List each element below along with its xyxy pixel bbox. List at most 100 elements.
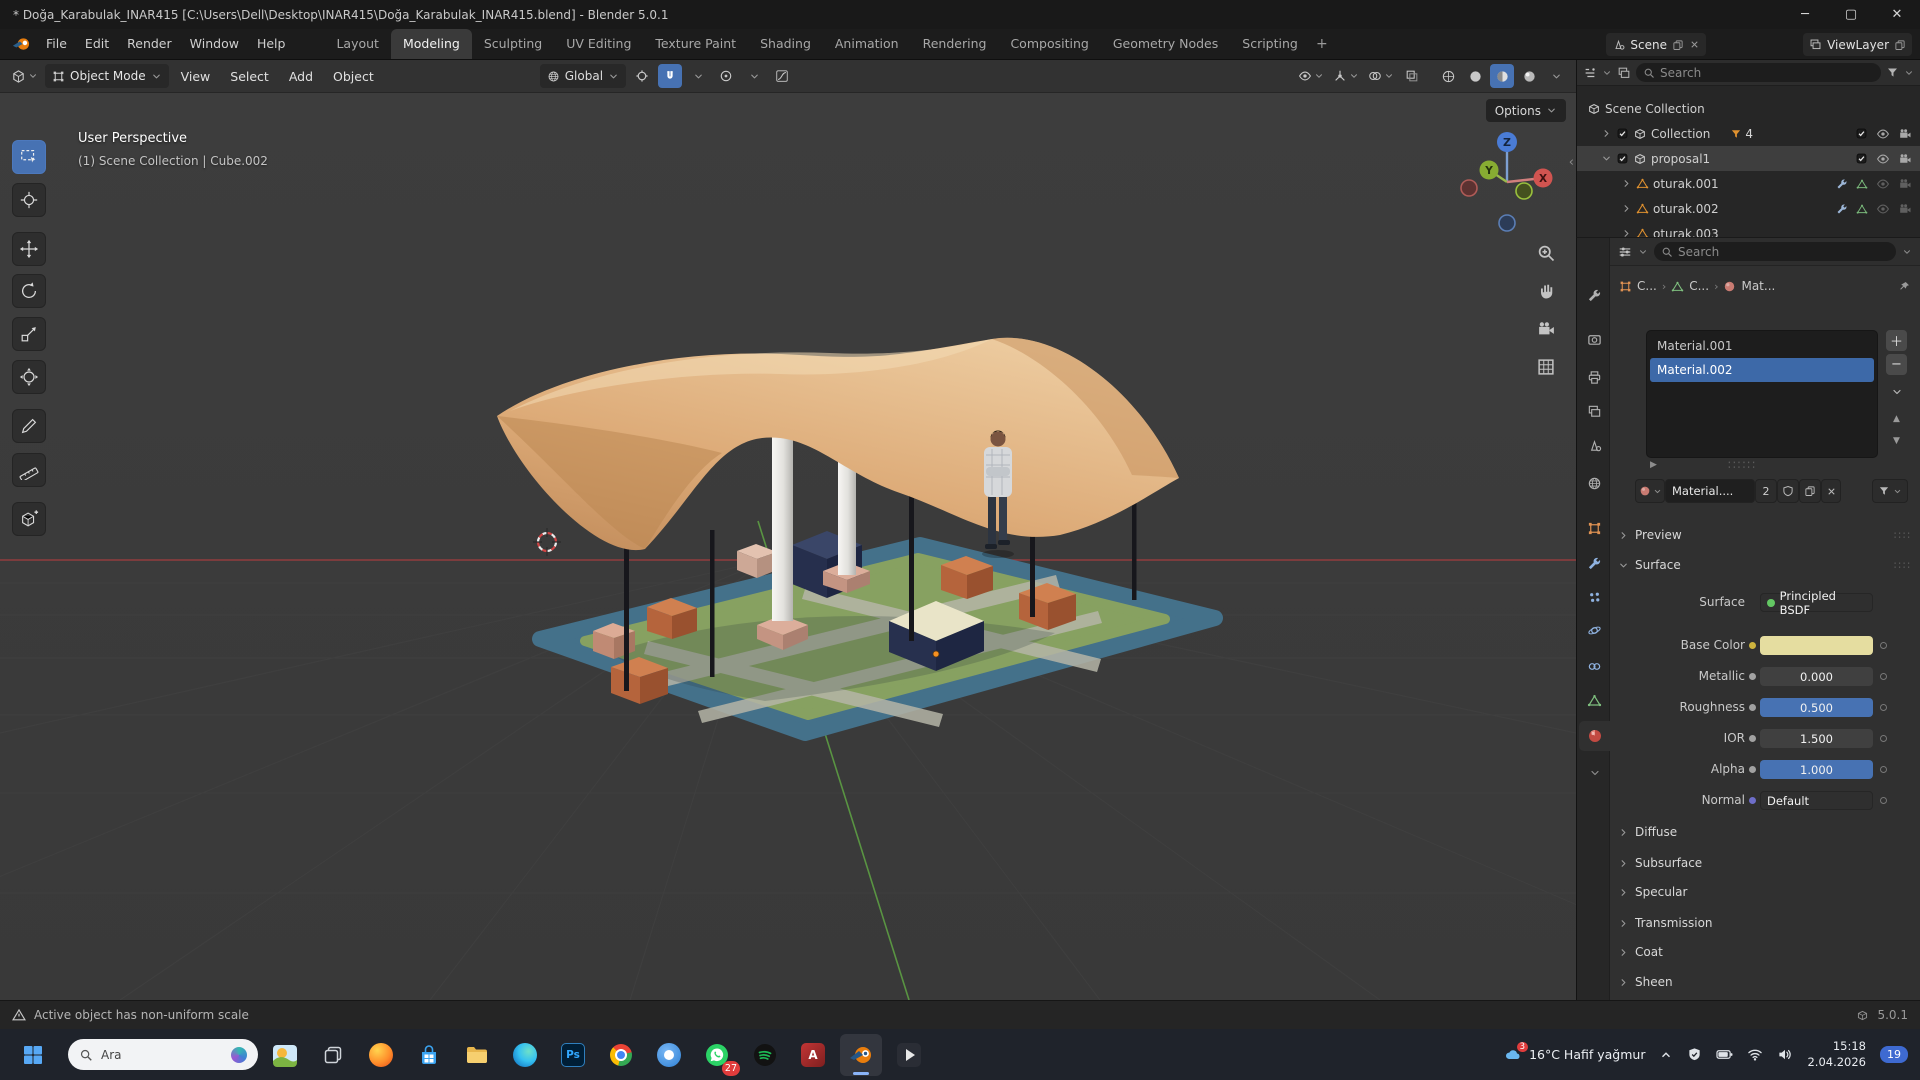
tab-modeling[interactable]: Modeling xyxy=(391,29,472,59)
taskbar-clock[interactable]: 15:18 2.04.2026 xyxy=(1807,1039,1866,1070)
security-shield-icon[interactable] xyxy=(1687,1047,1702,1062)
tab-sculpting[interactable]: Sculpting xyxy=(472,29,554,59)
tab-geometry-nodes[interactable]: Geometry Nodes xyxy=(1101,29,1230,59)
widgets-weather-button[interactable] xyxy=(264,1034,306,1076)
outliner-row-oturak-002[interactable]: oturak.002 xyxy=(1577,196,1920,221)
tab-physics-properties[interactable] xyxy=(1579,615,1610,645)
blender-logo-icon[interactable] xyxy=(12,37,33,51)
outliner-editor-type-icon[interactable] xyxy=(1583,66,1597,80)
photoshop-taskbar-icon[interactable]: Ps xyxy=(552,1034,594,1076)
panel-coat[interactable]: Coat xyxy=(1610,940,1920,964)
material-name-field[interactable]: Material.... xyxy=(1665,479,1755,503)
shading-dropdown[interactable] xyxy=(1544,64,1568,88)
tool-scale[interactable] xyxy=(12,317,46,351)
snap-toggle-button[interactable] xyxy=(658,64,682,88)
base-color-swatch[interactable] xyxy=(1760,636,1873,655)
panel-specular[interactable]: Specular xyxy=(1610,880,1920,904)
collection-checkbox[interactable] xyxy=(1616,152,1629,165)
chevron-down-icon[interactable] xyxy=(1902,247,1912,257)
tab-scripting[interactable]: Scripting xyxy=(1230,29,1310,59)
tool-rotate[interactable] xyxy=(12,274,46,308)
shading-wireframe-button[interactable] xyxy=(1436,64,1460,88)
slot-specials-dropdown[interactable] xyxy=(1886,386,1907,398)
tab-tool-properties[interactable] xyxy=(1579,280,1610,310)
file-explorer-taskbar-icon[interactable] xyxy=(456,1034,498,1076)
region-collapse-icon[interactable]: ‹ xyxy=(1569,155,1574,170)
animate-decorator[interactable] xyxy=(1880,673,1887,680)
panel-sheen[interactable]: Sheen xyxy=(1610,970,1920,994)
expand-icon[interactable] xyxy=(1621,178,1632,189)
menu-window[interactable]: Window xyxy=(181,29,248,59)
tab-scene-properties[interactable] xyxy=(1579,430,1610,460)
animate-decorator[interactable] xyxy=(1880,766,1887,773)
unlink-material-icon[interactable] xyxy=(1821,479,1841,503)
hide-viewport-eye-icon[interactable] xyxy=(1876,202,1890,216)
tab-animation[interactable]: Animation xyxy=(823,29,911,59)
menu-file[interactable]: File xyxy=(37,29,76,59)
proportional-editing-button[interactable] xyxy=(714,64,738,88)
new-material-icon[interactable] xyxy=(1799,479,1821,503)
panel-transmission[interactable]: Transmission xyxy=(1610,911,1920,935)
viewlayer-selector[interactable]: ViewLayer xyxy=(1803,33,1912,56)
alpha-slider[interactable]: 1.000 xyxy=(1760,760,1873,779)
volume-icon[interactable] xyxy=(1777,1047,1793,1062)
tab-shading[interactable]: Shading xyxy=(748,29,823,59)
show-hide-dropdown[interactable] xyxy=(1295,64,1327,88)
edge-taskbar-icon[interactable] xyxy=(504,1034,546,1076)
viewport-menu-object[interactable]: Object xyxy=(325,69,382,84)
tab-uv-editing[interactable]: UV Editing xyxy=(554,29,643,59)
material-slot-2-selected[interactable]: Material.002 xyxy=(1650,358,1874,382)
panel-subsurface[interactable]: Subsurface xyxy=(1610,851,1920,875)
tab-object-properties[interactable] xyxy=(1579,513,1610,543)
chevron-down-icon[interactable] xyxy=(1638,247,1648,257)
close-button[interactable]: ✕ xyxy=(1874,0,1920,29)
material-slot-1[interactable]: Material.001 xyxy=(1650,334,1874,358)
fake-user-shield-icon[interactable] xyxy=(1777,479,1799,503)
tab-output-properties[interactable] xyxy=(1579,362,1610,392)
roughness-slider[interactable]: 0.500 xyxy=(1760,698,1873,717)
filter-icon[interactable] xyxy=(1886,66,1899,79)
tool-measure[interactable] xyxy=(12,453,46,487)
hide-viewport-eye-icon[interactable] xyxy=(1876,127,1890,141)
outliner-row-oturak-001[interactable]: oturak.001 xyxy=(1577,171,1920,196)
outliner-row-oturak-003[interactable]: oturak.003 xyxy=(1577,221,1920,237)
tab-compositing[interactable]: Compositing xyxy=(998,29,1100,59)
tab-modifier-properties[interactable] xyxy=(1579,548,1610,578)
tab-texture-paint[interactable]: Texture Paint xyxy=(643,29,748,59)
exclude-checkbox[interactable] xyxy=(1855,152,1868,165)
panel-diffuse[interactable]: Diffuse xyxy=(1610,820,1920,844)
outliner-row-proposal1[interactable]: proposal1 xyxy=(1577,146,1920,171)
taskbar-search-input[interactable]: Ara xyxy=(68,1039,258,1070)
disable-render-camera-icon[interactable] xyxy=(1898,127,1912,141)
hidden-icons-chevron-icon[interactable] xyxy=(1659,1048,1673,1062)
drag-grip[interactable]: ∷∷∷ xyxy=(1728,458,1757,472)
viewport-menu-view[interactable]: View xyxy=(173,69,219,84)
wifi-icon[interactable] xyxy=(1747,1047,1763,1062)
panel-preview[interactable]: Preview ∷∷ xyxy=(1610,523,1920,547)
maximize-button[interactable]: ▢ xyxy=(1828,0,1874,29)
add-workspace-button[interactable]: + xyxy=(1310,36,1334,52)
start-button[interactable] xyxy=(12,1034,54,1076)
zoom-icon[interactable] xyxy=(1532,243,1560,263)
battery-icon[interactable] xyxy=(1716,1047,1733,1062)
surface-shader-select[interactable]: Principled BSDF xyxy=(1760,593,1873,612)
slot-expand-icon[interactable]: ▶ xyxy=(1650,460,1657,470)
display-mode-icon[interactable] xyxy=(1617,66,1631,80)
scene-selector[interactable]: Scene xyxy=(1606,33,1706,56)
outliner-search-input[interactable]: Search xyxy=(1636,63,1881,82)
firefox-taskbar-icon[interactable] xyxy=(360,1034,402,1076)
microsoft-store-taskbar-icon[interactable] xyxy=(408,1034,450,1076)
tab-material-properties[interactable] xyxy=(1579,721,1610,751)
move-slot-down-button[interactable]: ▼ xyxy=(1886,436,1907,446)
tool-move[interactable] xyxy=(12,232,46,266)
add-slot-button[interactable]: ＋ xyxy=(1886,330,1907,351)
tab-viewlayer-properties[interactable] xyxy=(1579,396,1610,426)
whatsapp-taskbar-icon[interactable]: 27 xyxy=(696,1034,738,1076)
proportional-dropdown[interactable] xyxy=(742,64,766,88)
exclude-checkbox[interactable] xyxy=(1855,127,1868,140)
chevron-down-icon[interactable] xyxy=(1904,68,1914,78)
spotify-taskbar-icon[interactable] xyxy=(744,1034,786,1076)
material-users-button[interactable]: 2 xyxy=(1755,479,1777,503)
falloff-curve-button[interactable] xyxy=(770,64,794,88)
expand-icon[interactable] xyxy=(1621,228,1632,237)
